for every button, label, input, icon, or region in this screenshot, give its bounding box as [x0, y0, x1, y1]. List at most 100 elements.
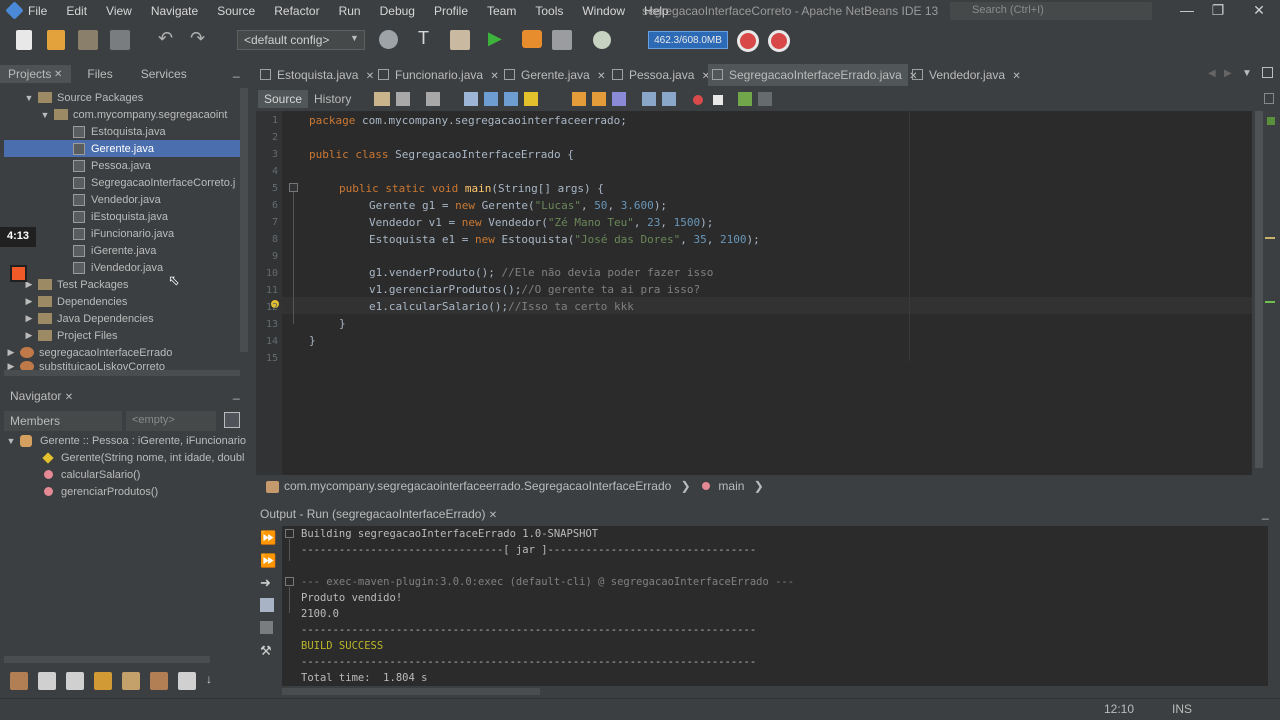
sort-alpha-icon[interactable]	[178, 672, 196, 690]
menu-tools[interactable]: Tools	[535, 4, 563, 18]
tree-item[interactable]: ▶ Project Files	[24, 327, 118, 344]
tree-item[interactable]: SegregacaoInterfaceCorreto.j	[73, 174, 235, 191]
minimize-button[interactable]: —	[1172, 2, 1202, 20]
uncomment-icon[interactable]	[758, 92, 772, 106]
minimize-panel-icon[interactable]: _	[1262, 506, 1269, 520]
breadcrumb-method[interactable]: main	[718, 479, 744, 493]
menu-file[interactable]: File	[28, 4, 47, 18]
find-next-icon[interactable]	[504, 92, 518, 106]
filter-inherited-icon[interactable]	[66, 672, 84, 690]
close-icon[interactable]: ✕	[366, 71, 374, 82]
navigator-item[interactable]: gerenciarProdutos()	[44, 483, 158, 500]
chevron-down-icon[interactable]: ▼	[40, 110, 50, 120]
menu-edit[interactable]: Edit	[66, 4, 87, 18]
stop-macro-icon[interactable]	[713, 95, 723, 105]
next-bookmark-icon[interactable]	[592, 92, 606, 106]
undo-icon[interactable]: ↶	[158, 28, 173, 49]
filter-types-icon[interactable]	[150, 672, 168, 690]
tree-item[interactable]: Estoquista.java	[73, 123, 166, 140]
output-vscrollbar[interactable]	[1268, 526, 1278, 686]
gc-snapshot-icon[interactable]	[768, 30, 790, 52]
new-project-icon[interactable]	[47, 30, 65, 50]
open-project-icon[interactable]	[78, 30, 98, 50]
close-icon[interactable]: ✕	[1012, 71, 1020, 82]
fold-collapse-icon[interactable]	[289, 183, 298, 192]
chevron-right-icon[interactable]: ▶	[24, 296, 34, 307]
gc-icon[interactable]	[737, 30, 759, 52]
new-file-icon[interactable]	[16, 30, 32, 50]
close-icon[interactable]: ✕	[597, 71, 605, 82]
tab-funcionario[interactable]: Funcionario.java ✕	[378, 64, 500, 86]
chevron-down-icon[interactable]: ▼	[24, 93, 34, 103]
start-macro-icon[interactable]	[693, 95, 703, 105]
menu-refactor[interactable]: Refactor	[274, 4, 319, 18]
tab-vendedor[interactable]: Vendedor.java ✕	[912, 64, 1022, 86]
close-icon[interactable]: ✕	[65, 392, 73, 403]
tree-item[interactable]: ▼ Source Packages	[24, 89, 144, 106]
menu-source[interactable]: Source	[217, 4, 255, 18]
sort-position-icon[interactable]: ↓	[206, 672, 224, 690]
tree-item[interactable]: iVendedor.java	[73, 259, 163, 276]
save-all-icon[interactable]	[110, 30, 130, 50]
find-prev-icon[interactable]	[484, 92, 498, 106]
forward-icon[interactable]	[426, 92, 440, 106]
filter-static-icon[interactable]	[38, 672, 56, 690]
tree-hscrollbar[interactable]	[4, 370, 240, 376]
navigator-options-icon[interactable]	[224, 412, 240, 428]
close-icon[interactable]: ✕	[54, 69, 62, 80]
toggle-highlight-icon[interactable]	[524, 92, 538, 106]
prev-bookmark-icon[interactable]	[572, 92, 586, 106]
navigator-class-row[interactable]: ▼ Gerente :: Pessoa : iGerente, iFuncion…	[6, 432, 246, 449]
toggle-bookmark-icon[interactable]	[612, 92, 626, 106]
tab-list-icon[interactable]: ▼	[1242, 68, 1252, 79]
run-settings-icon[interactable]	[260, 598, 274, 612]
source-tab[interactable]: Source	[258, 90, 309, 108]
wrench-icon[interactable]: ⚒	[260, 643, 272, 659]
profile-icon[interactable]	[552, 30, 572, 50]
split-editor-icon[interactable]	[1264, 93, 1274, 104]
build-hammer-icon[interactable]: T	[418, 28, 429, 49]
caret-position[interactable]: 12:10	[1104, 702, 1134, 716]
tree-item[interactable]: ▶ segregacaoInterfaceErrado	[6, 344, 173, 361]
tree-item[interactable]: iGerente.java	[73, 242, 156, 259]
step-icon[interactable]: ➜	[260, 575, 271, 591]
filter-private-icon[interactable]	[94, 672, 112, 690]
clean-build-icon[interactable]	[450, 30, 470, 50]
shift-left-icon[interactable]	[642, 92, 656, 106]
tab-scroll-right-icon[interactable]: ▶	[1224, 68, 1232, 79]
filter-nonpublic-icon[interactable]	[122, 672, 140, 690]
breadcrumb-path[interactable]: com.mycompany.segregacaointerfaceerrado.…	[284, 479, 671, 493]
close-icon[interactable]: ✕	[490, 71, 498, 82]
tree-item[interactable]: ▶ Dependencies	[24, 293, 128, 310]
menu-run[interactable]: Run	[339, 4, 361, 18]
memory-indicator[interactable]: 462.3/608.0MB	[648, 31, 728, 49]
history-tab[interactable]: History	[314, 92, 351, 106]
menu-profile[interactable]: Profile	[434, 4, 468, 18]
tree-vscrollbar[interactable]	[240, 88, 248, 352]
rerun-options-icon[interactable]: ⏩	[260, 553, 276, 569]
output-tab-label[interactable]: Output - Run (segregacaoInterfaceErrado)	[260, 507, 485, 521]
comment-icon[interactable]	[738, 92, 752, 106]
config-select[interactable]: <default config>	[237, 30, 365, 50]
navigator-hscrollbar[interactable]	[4, 656, 210, 663]
tree-item[interactable]: ▶ Java Dependencies	[24, 310, 154, 327]
rerun-icon[interactable]: ⏩	[260, 530, 276, 546]
navigator-item[interactable]: Gerente(String nome, int idade, doubl	[42, 449, 244, 466]
members-select[interactable]: Members	[4, 411, 122, 431]
minimize-panel-icon[interactable]: _	[233, 64, 240, 78]
chevron-right-icon[interactable]: ▶	[24, 330, 34, 341]
close-icon[interactable]: ✕	[489, 510, 497, 521]
maximize-button[interactable]: ❐	[1203, 2, 1233, 20]
tab-estoquista[interactable]: Estoquista.java ✕	[260, 64, 376, 86]
search-input[interactable]: Search (Ctrl+I)	[950, 2, 1152, 20]
minimize-panel-icon[interactable]: _	[233, 386, 240, 400]
maximize-editor-icon[interactable]	[1262, 67, 1273, 78]
menu-window[interactable]: Window	[582, 4, 625, 18]
menu-navigate[interactable]: Navigate	[151, 4, 198, 18]
tab-gerente[interactable]: Gerente.java ✕	[504, 64, 608, 86]
chevron-right-icon[interactable]: ▶	[24, 313, 34, 324]
navigator-item[interactable]: calcularSalario()	[44, 466, 140, 483]
redo-icon[interactable]: ↷	[190, 28, 205, 49]
tree-item[interactable]: ▶ Test Packages	[24, 276, 129, 293]
tree-item[interactable]: Pessoa.java	[73, 157, 151, 174]
